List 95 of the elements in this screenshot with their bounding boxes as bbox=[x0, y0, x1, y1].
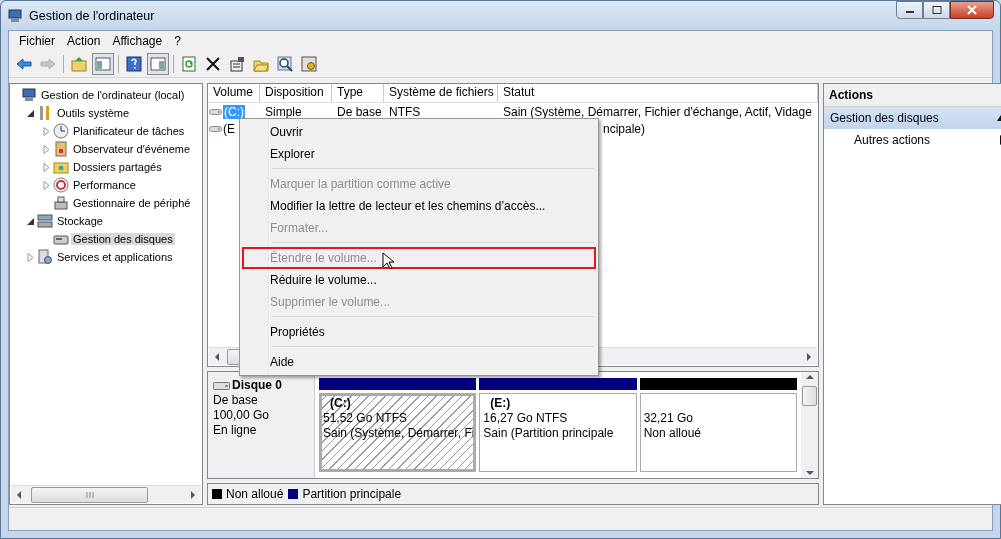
forward-arrow-icon bbox=[40, 56, 56, 72]
context-menu-item[interactable]: Aide bbox=[242, 351, 596, 373]
context-menu-item[interactable]: Ouvrir bbox=[242, 121, 596, 143]
close-button[interactable] bbox=[950, 1, 994, 19]
disk-name: Disque 0 bbox=[232, 378, 282, 393]
partition-label: (E:) bbox=[489, 396, 512, 411]
back-arrow-icon bbox=[16, 56, 32, 72]
partition-size: 16,27 Go NTFS bbox=[483, 411, 569, 426]
clock-icon bbox=[53, 123, 69, 139]
tree-item[interactable]: Services et applications bbox=[55, 251, 175, 263]
column-header[interactable]: Disposition bbox=[260, 84, 332, 102]
column-header[interactable]: Volume bbox=[208, 84, 260, 102]
legend-label: Partition principale bbox=[302, 487, 402, 501]
toolbar-button[interactable] bbox=[123, 53, 145, 75]
tree-item[interactable]: Planificateur de tâches bbox=[71, 125, 187, 137]
tree-item[interactable]: Outils système bbox=[55, 107, 132, 119]
minimize-button[interactable] bbox=[896, 1, 923, 19]
tree-item[interactable]: Gestion de l'ordinateur (local) bbox=[39, 89, 187, 101]
drive-icon bbox=[209, 123, 222, 134]
folder-icon bbox=[53, 159, 69, 175]
expand-triangle-icon[interactable] bbox=[42, 162, 51, 172]
cursor-icon bbox=[382, 252, 394, 270]
vertical-scrollbar[interactable] bbox=[801, 372, 818, 478]
drive-icon bbox=[209, 106, 222, 117]
partition-size: 32,21 Go bbox=[643, 411, 695, 426]
partition-block[interactable]: (C:) 51,52 Go NTFS Sain (Système, Démarrer, Fi bbox=[319, 393, 477, 472]
menu-item[interactable]: Action bbox=[61, 32, 107, 50]
menu-item[interactable]: Fichier bbox=[13, 32, 61, 50]
context-menu-item[interactable]: Modifier la lettre de lecteur et les chemins d’accès... bbox=[242, 195, 596, 217]
context-menu-item[interactable]: Réduire le volume... bbox=[242, 269, 596, 291]
magnifier-icon bbox=[277, 56, 293, 72]
disk-size: 100,00 Go bbox=[213, 408, 271, 423]
expand-triangle-icon[interactable] bbox=[42, 180, 51, 190]
scrollbar-thumb[interactable] bbox=[802, 386, 817, 406]
computer-icon bbox=[7, 7, 23, 24]
context-menu-item[interactable]: Explorer bbox=[242, 143, 596, 165]
legend-label: Non alloué bbox=[226, 487, 284, 501]
partition-status: Non alloué bbox=[643, 426, 703, 441]
column-header[interactable]: Statut bbox=[498, 84, 818, 102]
services-icon bbox=[37, 249, 53, 265]
column-header[interactable]: Type bbox=[332, 84, 384, 102]
pane-icon bbox=[95, 56, 111, 72]
delete-icon bbox=[205, 56, 221, 72]
table-cell: Sain (Système, Démarrer, Fichier d'échange, Actif, Vidage bbox=[503, 104, 812, 119]
tree-item[interactable]: Dossiers partagés bbox=[71, 161, 164, 173]
expand-triangle-icon[interactable] bbox=[42, 126, 51, 136]
collapse-triangle-icon[interactable] bbox=[26, 216, 35, 226]
menu-item[interactable]: Affichage bbox=[106, 32, 169, 50]
gauge-icon bbox=[53, 177, 69, 193]
actions-title: Actions bbox=[824, 84, 1001, 107]
table-cell[interactable]: (E bbox=[223, 121, 235, 136]
event-icon bbox=[53, 141, 69, 157]
scroll-down-icon[interactable] bbox=[804, 468, 815, 478]
window-title: Gestion de l'ordinateur bbox=[29, 8, 155, 23]
expand-triangle-icon[interactable] bbox=[42, 144, 51, 154]
tree-item[interactable]: Performance bbox=[71, 179, 138, 191]
expand-triangle-icon[interactable] bbox=[26, 252, 35, 262]
maximize-button[interactable] bbox=[923, 1, 950, 19]
column-header[interactable]: Système de fichiers bbox=[384, 84, 498, 102]
table-cell: De base bbox=[337, 104, 382, 119]
grip-icon bbox=[85, 491, 94, 498]
table-cell: Simple bbox=[265, 104, 302, 119]
pane-icon bbox=[150, 56, 166, 72]
properties-icon bbox=[229, 56, 245, 72]
tree-item[interactable]: Stockage bbox=[55, 215, 105, 227]
storage-icon bbox=[37, 213, 53, 229]
partition-status: Sain (Partition principale bbox=[483, 426, 615, 441]
table-cell: NTFS bbox=[389, 104, 421, 119]
maximize-icon bbox=[931, 6, 942, 14]
menu-item[interactable]: ? bbox=[168, 32, 187, 50]
folder-up-icon bbox=[71, 56, 87, 72]
collapse-triangle-icon[interactable] bbox=[26, 108, 35, 118]
scroll-up-icon[interactable] bbox=[804, 372, 815, 382]
disk-type: De base bbox=[213, 393, 259, 408]
close-icon bbox=[966, 5, 978, 15]
actions-section-header[interactable]: Gestion des disques bbox=[824, 107, 1001, 129]
partition-block[interactable]: 32,21 Go Non alloué bbox=[639, 393, 797, 472]
computer-icon bbox=[21, 87, 37, 103]
partition-label: (C:) bbox=[329, 396, 352, 411]
scrollbar-thumb[interactable] bbox=[31, 486, 148, 503]
partition-size: 51,52 Go NTFS bbox=[323, 411, 409, 426]
partition-status: Sain (Système, Démarrer, Fi bbox=[323, 426, 473, 441]
settings-icon bbox=[301, 56, 317, 72]
devices-icon bbox=[53, 195, 69, 211]
tree-item[interactable]: Observateur d'événeme bbox=[71, 143, 193, 155]
disk-status: En ligne bbox=[213, 423, 258, 438]
tree-item[interactable]: Gestionnaire de périphé bbox=[71, 197, 193, 209]
horizontal-scrollbar[interactable] bbox=[11, 485, 201, 503]
partition-block[interactable]: (E:) 16,27 Go NTFS Sain (Partition principale bbox=[479, 393, 637, 472]
context-menu-item[interactable]: Propriétés bbox=[242, 321, 596, 343]
refresh-icon bbox=[181, 56, 197, 72]
tree-item[interactable]: Gestion des disques bbox=[71, 233, 175, 245]
help-icon bbox=[126, 56, 142, 72]
table-cell-text: ncipale) bbox=[602, 121, 646, 136]
action-item[interactable]: Autres actions bbox=[824, 129, 1001, 151]
